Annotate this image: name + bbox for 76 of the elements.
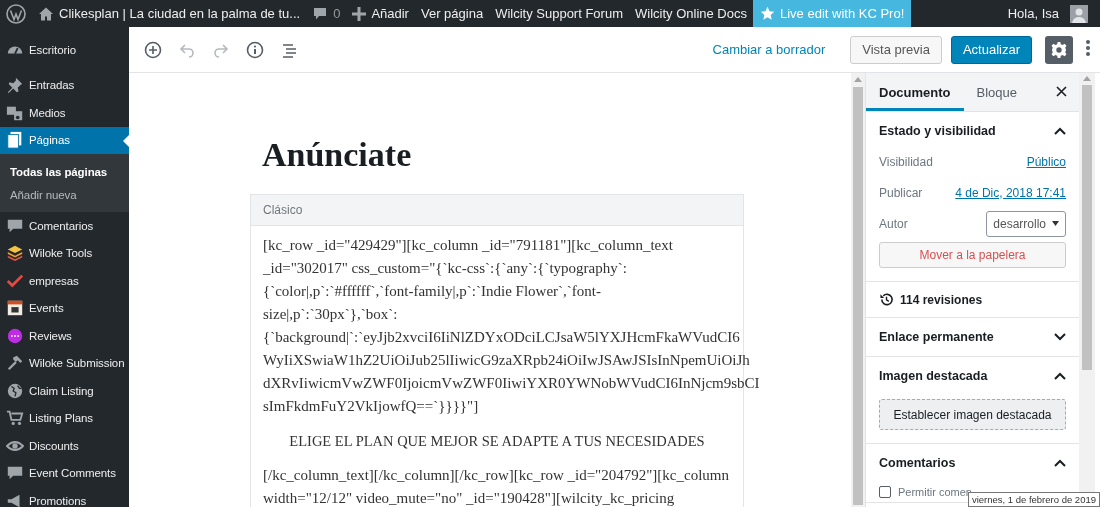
- heading-text: ELIGE EL PLAN QUE MEJOR SE ADAPTE A TUS NECESIDADES: [289, 432, 705, 451]
- info-icon[interactable]: [245, 39, 265, 60]
- menu-item[interactable]: Medios: [0, 99, 129, 127]
- field-label: Publicar: [879, 185, 923, 200]
- shortcode-text: [/kc_column_text][/kc_column][/kc_row][kc_row _id="204792"][kc_column width="12/12" video_mute="no" _id="190428"][wilcity_kc_pricing: [263, 466, 729, 507]
- add-block-icon[interactable]: [143, 39, 163, 60]
- tooltip: viernes, 1 de febrero de 2019: [967, 492, 1100, 507]
- menu-item[interactable]: Listing Plans: [0, 404, 129, 432]
- site-title-link[interactable]: Clikesplan | La ciudad en la palma de tu...: [32, 0, 307, 27]
- revisions-link[interactable]: 114 revisiones: [879, 282, 1066, 317]
- chevron-up-icon[interactable]: [1054, 459, 1066, 467]
- add-new-link[interactable]: Añadir: [346, 0, 415, 27]
- menu-item[interactable]: Wiloke Submission: [0, 349, 129, 377]
- menu-item[interactable]: Reviews: [0, 322, 129, 350]
- globe-icon: [6, 381, 24, 400]
- switch-to-draft-link[interactable]: Cambiar a borrador: [712, 42, 826, 57]
- scrollbar[interactable]: [851, 73, 865, 507]
- checkbox[interactable]: [879, 486, 891, 498]
- menu-item[interactable]: Entradas: [0, 71, 129, 99]
- submenu-item[interactable]: Todas las páginas: [0, 160, 129, 183]
- circle-dots-icon: [6, 326, 24, 345]
- submenu-item[interactable]: Añadir nueva: [0, 183, 129, 206]
- menu-item[interactable]: Event Comments: [0, 459, 129, 487]
- calendar-icon: [6, 299, 24, 318]
- section-toggle[interactable]: Enlace permanente: [879, 330, 994, 344]
- menu-item[interactable]: Promotions: [0, 487, 129, 507]
- speech-bubble-icon: [312, 5, 329, 22]
- pages-icon: [6, 131, 24, 150]
- chevron-up-icon[interactable]: [1054, 372, 1066, 380]
- toolbar-link[interactable]: Wilcity Online Docs: [629, 0, 753, 27]
- close-icon[interactable]: [1056, 85, 1067, 97]
- toolbar-link[interactable]: Ver página: [414, 0, 490, 27]
- menu-item[interactable]: Wiloke Tools: [0, 239, 129, 267]
- page-title[interactable]: Anúnciate: [262, 134, 744, 176]
- more-options-icon[interactable]: [1086, 39, 1090, 57]
- cart-icon: [6, 409, 24, 428]
- set-image-button[interactable]: Establecer imagen destacada: [879, 399, 1066, 430]
- menu-item[interactable]: Comentarios: [0, 212, 129, 240]
- menu-item[interactable]: Events: [0, 294, 129, 322]
- chevron-up-icon[interactable]: [1054, 127, 1066, 135]
- section-toggle[interactable]: Comentarios: [879, 456, 956, 470]
- menu-item[interactable]: Páginas: [0, 126, 129, 154]
- account-link[interactable]: Hola, Isa: [1001, 0, 1065, 27]
- dropdown-arrow-icon: [1052, 221, 1059, 226]
- author-select[interactable]: desarrollo: [986, 210, 1066, 237]
- tab[interactable]: Bloque: [963, 73, 1030, 111]
- settings-button[interactable]: [1045, 35, 1073, 64]
- comments-link[interactable]: 0: [306, 0, 347, 27]
- wordpress-logo-icon: [6, 3, 26, 24]
- preview-button[interactable]: Vista previa: [850, 35, 942, 64]
- layers-icon: [6, 244, 24, 263]
- value-link[interactable]: Público: [1026, 154, 1066, 169]
- hammer-icon: [6, 354, 24, 373]
- update-button[interactable]: Actualizar: [950, 35, 1032, 64]
- trash-button[interactable]: Mover a la papelera: [879, 242, 1066, 268]
- field-label: Autor: [879, 216, 908, 231]
- menu-item[interactable]: Claim Listing: [0, 377, 129, 405]
- avatar-icon: [1070, 4, 1088, 23]
- house-icon: [38, 5, 54, 22]
- block-label: Clásico: [263, 203, 303, 217]
- field-label: Visibilidad: [879, 154, 933, 169]
- toolbar-link[interactable]: Wilcity Support Forum: [489, 0, 629, 27]
- section-toggle[interactable]: Imagen destacada: [879, 369, 988, 383]
- pin-icon: [6, 76, 24, 95]
- section-toggle[interactable]: Estado y visibilidad: [879, 124, 996, 138]
- gear-icon: [1050, 40, 1068, 59]
- tab[interactable]: Documento: [866, 73, 964, 111]
- menu-item[interactable]: empresas: [0, 267, 129, 295]
- menu-item[interactable]: Escritorio: [0, 36, 129, 64]
- chevron-down-icon[interactable]: [1054, 333, 1066, 341]
- menu-item[interactable]: Discounts: [0, 432, 129, 460]
- history-icon: [879, 292, 894, 307]
- star-icon: [759, 6, 775, 21]
- value-link[interactable]: 4 de Dic, 2018 17:41: [955, 185, 1066, 200]
- shortcode-text: [kc_row _id="429429"][kc_column _id="791181"][kc_column_text _id="302017" css_custom="{`kc-css`:{`any`:{`typography`: {`color|,p`:`#ffffff`,`font-family|,p`:`Indie Flower`,`font- size|,p`:`30px`},`box`: {`background|`:`eyJjb2xvciI6IiNlZDYxODciLCJsaW5lYXJHcmFkaWVudCI6 WyIiXSwiaW1hZ2UiOiJub25lIiwicG9zaXRpb24iOiIwJSAwJSIsInNpemUiOiJh dXRvIiwicmVwZWF0IjoicmVwZWF0IiwiYXR0YWNobWVudCI6InNjcm9sbCI sImFkdmFuY2VkIjowfQ==`}}}}"]: [263, 236, 760, 416]
- plus-icon: [352, 6, 367, 21]
